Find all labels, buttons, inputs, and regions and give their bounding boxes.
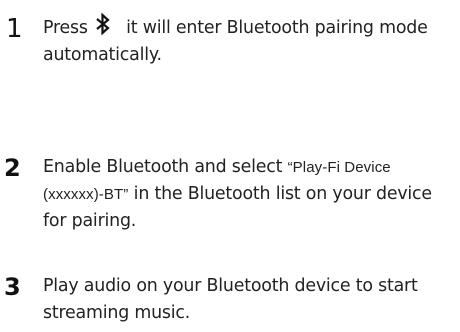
step-number: 1 (6, 14, 23, 44)
step-number: 2 (4, 154, 21, 182)
bluetooth-icon (94, 12, 112, 36)
step-number: 3 (4, 273, 21, 301)
step-instruction: Play audio on your Bluetooth device to s… (43, 276, 418, 323)
instruction-text-before-quote: Enable Bluetooth and select (43, 157, 288, 177)
step-instruction: Enable Bluetooth and select “Play-Fi Dev… (43, 154, 455, 235)
instruction-text-before-icon: Press (43, 18, 88, 38)
step-instruction: Press it will enter Bluetooth pairing mo… (43, 12, 455, 69)
